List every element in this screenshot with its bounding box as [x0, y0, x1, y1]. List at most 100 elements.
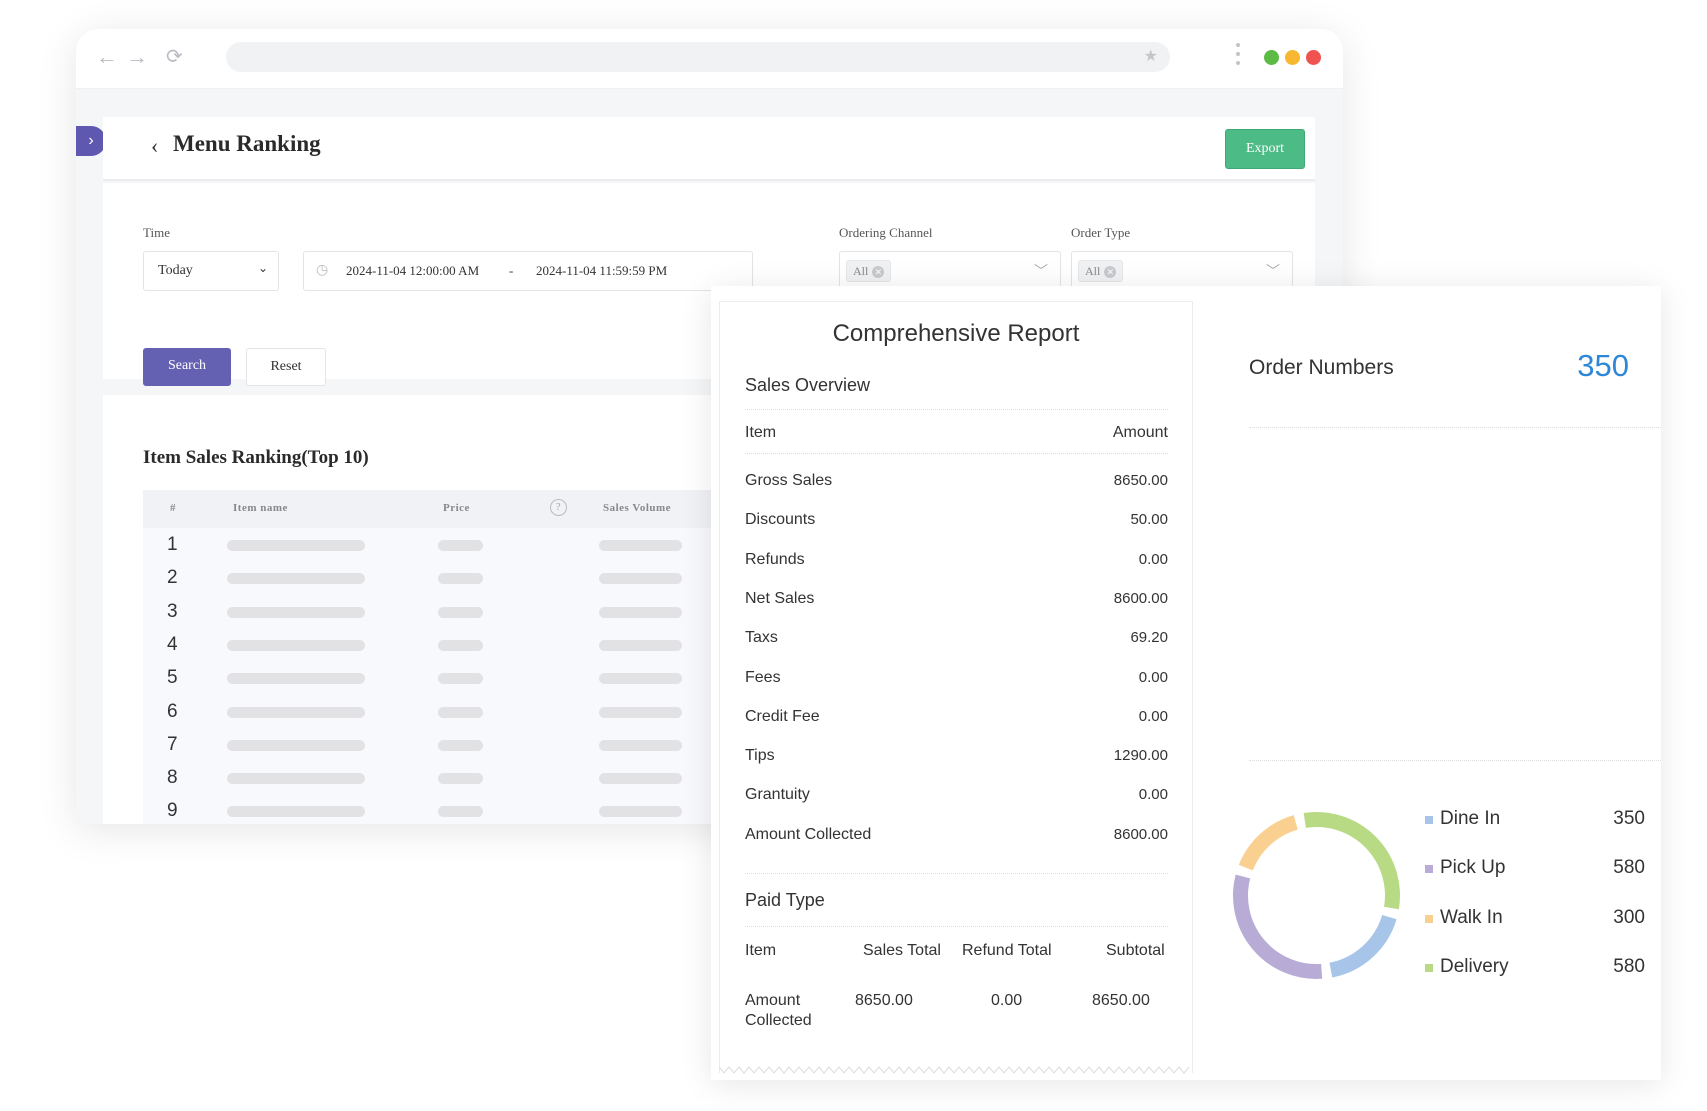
- back-chevron-icon[interactable]: ‹: [151, 133, 158, 159]
- legend-value: 350: [1613, 808, 1645, 829]
- overview-value: 1290.00: [1113, 747, 1168, 765]
- table-row[interactable]: 4: [143, 628, 763, 661]
- divider: [1249, 760, 1661, 761]
- tag-remove-icon[interactable]: ✕: [872, 266, 885, 279]
- overview-row: Gross Sales 8650.00: [745, 472, 1168, 490]
- window-dot-green[interactable]: [1264, 50, 1279, 65]
- paid-col-item: Item: [745, 942, 777, 959]
- order-type-label: Order Type: [1071, 225, 1131, 240]
- time-select-value: Today: [158, 263, 193, 278]
- browser-menu-icon[interactable]: [1236, 43, 1240, 70]
- legend-item: Walk In 300: [1425, 907, 1645, 933]
- time-select[interactable]: Today ⌄: [143, 251, 279, 291]
- paid-refund-total: 0.00: [991, 992, 1023, 1009]
- table-row[interactable]: 5: [143, 661, 763, 694]
- chevron-right-icon: ›: [88, 132, 94, 149]
- reset-button[interactable]: Reset: [246, 348, 326, 386]
- sales-volume-placeholder: [599, 773, 682, 785]
- price-placeholder: [438, 573, 483, 585]
- sales-volume-placeholder: [599, 540, 682, 551]
- col-price: Price: [443, 502, 470, 514]
- donut-slice-pick-up: [1233, 874, 1323, 979]
- overview-value: 0.00: [1138, 668, 1168, 686]
- back-arrow-icon[interactable]: ←: [96, 45, 118, 69]
- report-title: Comprehensive Report: [832, 320, 1080, 347]
- date-range-picker[interactable]: ◷ 2024-11-04 12:00:00 AM - 2024-11-04 11…: [303, 251, 753, 291]
- paid-sales-total: 8650.00: [855, 992, 913, 1009]
- legend-item: Delivery 580: [1425, 956, 1645, 982]
- paid-item-line2: Collected: [745, 1012, 812, 1029]
- price-placeholder: [438, 673, 483, 685]
- overview-row: Credit Fee 0.00: [745, 708, 1168, 726]
- forward-arrow-icon[interactable]: →: [126, 45, 148, 69]
- overview-value: 0.00: [1138, 707, 1168, 725]
- search-button[interactable]: Search: [143, 348, 231, 386]
- date-separator: -: [509, 263, 514, 278]
- order-type-donut-chart: [1233, 812, 1400, 979]
- legend-swatch: [1425, 963, 1433, 972]
- price-placeholder: [438, 739, 483, 751]
- table-row[interactable]: 2: [143, 561, 763, 594]
- donut-slice-walk-in: [1238, 815, 1299, 871]
- sales-overview-heading: Sales Overview: [745, 375, 871, 395]
- order-type-tag: All ✕: [1078, 260, 1124, 282]
- ranking-title: Item Sales Ranking(Top 10): [143, 447, 369, 468]
- address-bar[interactable]: ★: [226, 42, 1170, 72]
- legend-value: 580: [1613, 955, 1645, 977]
- tag-remove-icon[interactable]: ✕: [1104, 266, 1117, 279]
- sidebar-toggle-button[interactable]: ›: [76, 126, 106, 156]
- order-type-tag-label: All: [1085, 264, 1101, 278]
- overview-label: Net Sales: [745, 589, 815, 607]
- bookmark-star-icon[interactable]: ★: [1144, 46, 1158, 66]
- overview-row: Grantuity 0.00: [745, 786, 1168, 804]
- chevron-down-icon: ⌄: [257, 261, 268, 275]
- channel-tag-label: All: [853, 264, 869, 278]
- order-type-select[interactable]: All ✕ ﹀: [1071, 251, 1293, 291]
- item-name-placeholder: [227, 573, 365, 585]
- ranking-table-body: 1 2 3 4 5 6 7 8 9: [143, 528, 763, 824]
- divider: [745, 453, 1168, 454]
- table-row[interactable]: 1: [143, 528, 763, 561]
- paid-subtotal: 8650.00: [1092, 992, 1150, 1009]
- page-header: ‹ Menu Ranking Export: [103, 117, 1315, 181]
- clock-icon: ◷: [316, 263, 329, 278]
- rank-number: 8: [167, 767, 178, 789]
- item-name-placeholder: [227, 706, 365, 718]
- rank-number: 3: [167, 600, 178, 622]
- overview-value: 8600.00: [1113, 825, 1168, 843]
- overview-label: Tips: [745, 747, 775, 765]
- overview-label: Amount Collected: [745, 825, 872, 843]
- paid-type-heading: Paid Type: [745, 890, 825, 910]
- rank-number: 2: [167, 567, 178, 589]
- item-name-placeholder: [227, 673, 365, 685]
- overview-row: Discounts 50.00: [745, 511, 1168, 529]
- legend-label: Delivery: [1440, 955, 1509, 977]
- chevron-down-icon: ﹀: [1266, 265, 1280, 280]
- col-amount: Amount: [1112, 424, 1168, 441]
- reload-icon[interactable]: ⟳: [166, 45, 183, 69]
- legend-item: Pick Up 580: [1425, 857, 1645, 883]
- table-row[interactable]: 6: [143, 695, 763, 728]
- divider: [745, 873, 1168, 874]
- overview-row: Net Sales 8600.00: [745, 590, 1168, 608]
- ordering-channel-select[interactable]: All ✕ ﹀: [839, 251, 1061, 291]
- window-dot-yellow[interactable]: [1285, 50, 1300, 65]
- price-placeholder: [438, 540, 483, 551]
- sales-volume-placeholder: [599, 606, 682, 618]
- sales-volume-placeholder: [599, 806, 682, 818]
- browser-toolbar: ← → ⟳ ★: [76, 29, 1343, 89]
- overview-label: Taxs: [745, 629, 778, 647]
- table-row[interactable]: 3: [143, 595, 763, 628]
- overview-row: Fees 0.00: [745, 669, 1168, 687]
- window-dot-red[interactable]: [1306, 50, 1321, 65]
- table-row[interactable]: 8: [143, 761, 763, 794]
- divider: [745, 926, 1168, 927]
- table-row[interactable]: 7: [143, 728, 763, 761]
- overview-label: Gross Sales: [745, 472, 833, 489]
- page-title: Menu Ranking: [173, 131, 321, 156]
- export-button[interactable]: Export: [1225, 129, 1305, 169]
- overview-row: Taxs 69.20: [745, 629, 1168, 647]
- table-row[interactable]: 9: [143, 794, 763, 824]
- help-icon[interactable]: ?: [550, 499, 567, 516]
- rank-number: 6: [167, 700, 178, 722]
